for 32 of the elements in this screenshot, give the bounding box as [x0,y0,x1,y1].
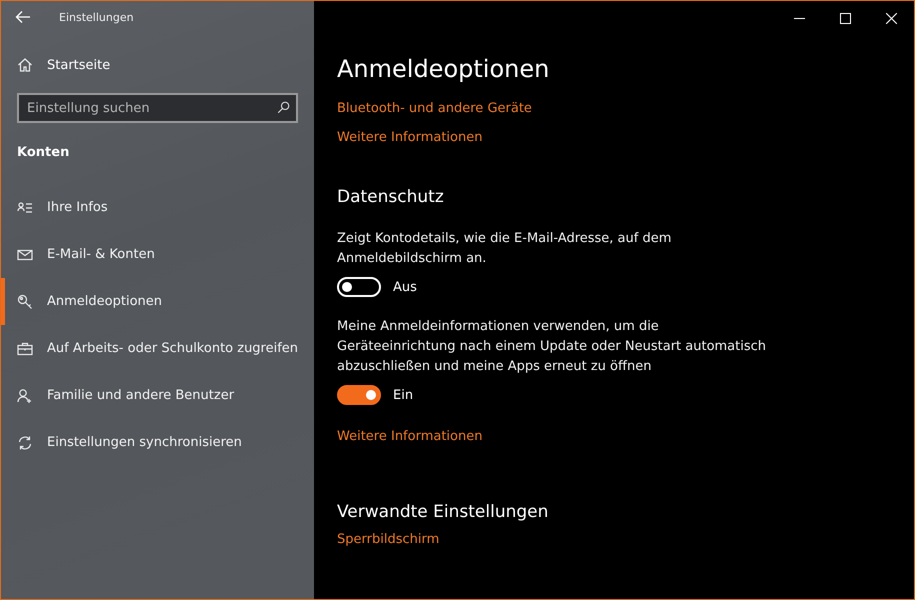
link[interactable]: Bluetooth- und andere Geräte [337,101,532,116]
close-icon [886,12,896,24]
briefcase-icon [17,340,33,356]
home-link[interactable]: Startseite [47,58,110,72]
nav-item[interactable]: Familie und andere Benutzer [1,372,314,419]
nav-item[interactable]: Anmeldeoptionen [1,278,314,325]
nav-item[interactable]: Auf Arbeits- oder Schulkonto zugreifen [1,325,314,372]
home-icon [17,57,33,73]
person-add-icon [17,388,33,404]
section-heading: Datenschutz [337,187,445,207]
maximize-icon [840,12,850,24]
link[interactable]: Weitere Informationen [337,429,482,444]
nav-item[interactable]: Ihre Infos [1,184,314,231]
key-icon [17,294,33,310]
link[interactable]: Weitere Informationen [337,130,482,145]
section-heading: Verwandte Einstellungen [337,502,550,522]
search-field[interactable]: Einstellung suchen [17,93,298,123]
toggle-state: Aus [393,280,417,294]
sync-icon [17,434,33,450]
setting-description: Meine Anmeldeinformationen verwenden, um die Geräteeinrichtung nach einem Update oder Neustart automatisch abzuschließen und meine Apps erneut zu öffnen [337,318,768,376]
link[interactable]: Sperrbildschirm [337,532,440,547]
back-arrow-icon[interactable] [15,10,31,24]
search-icon[interactable] [277,101,290,114]
person-list-icon [17,200,33,216]
page-title: Anmeldeoptionen [337,55,550,83]
setting-description: Zeigt Kontodetails, wie die E-Mail-Adresse, auf dem Anmeldebildschirm an. [337,230,672,268]
toggle-switch[interactable] [337,385,381,405]
toggle-state: Ein [393,388,414,402]
window-title: Einstellungen [59,10,134,24]
section-heading: Konten [17,145,70,160]
nav-item[interactable]: Einstellungen synchronisieren [1,419,314,466]
nav-item[interactable]: E-Mail- & Konten [1,231,314,278]
